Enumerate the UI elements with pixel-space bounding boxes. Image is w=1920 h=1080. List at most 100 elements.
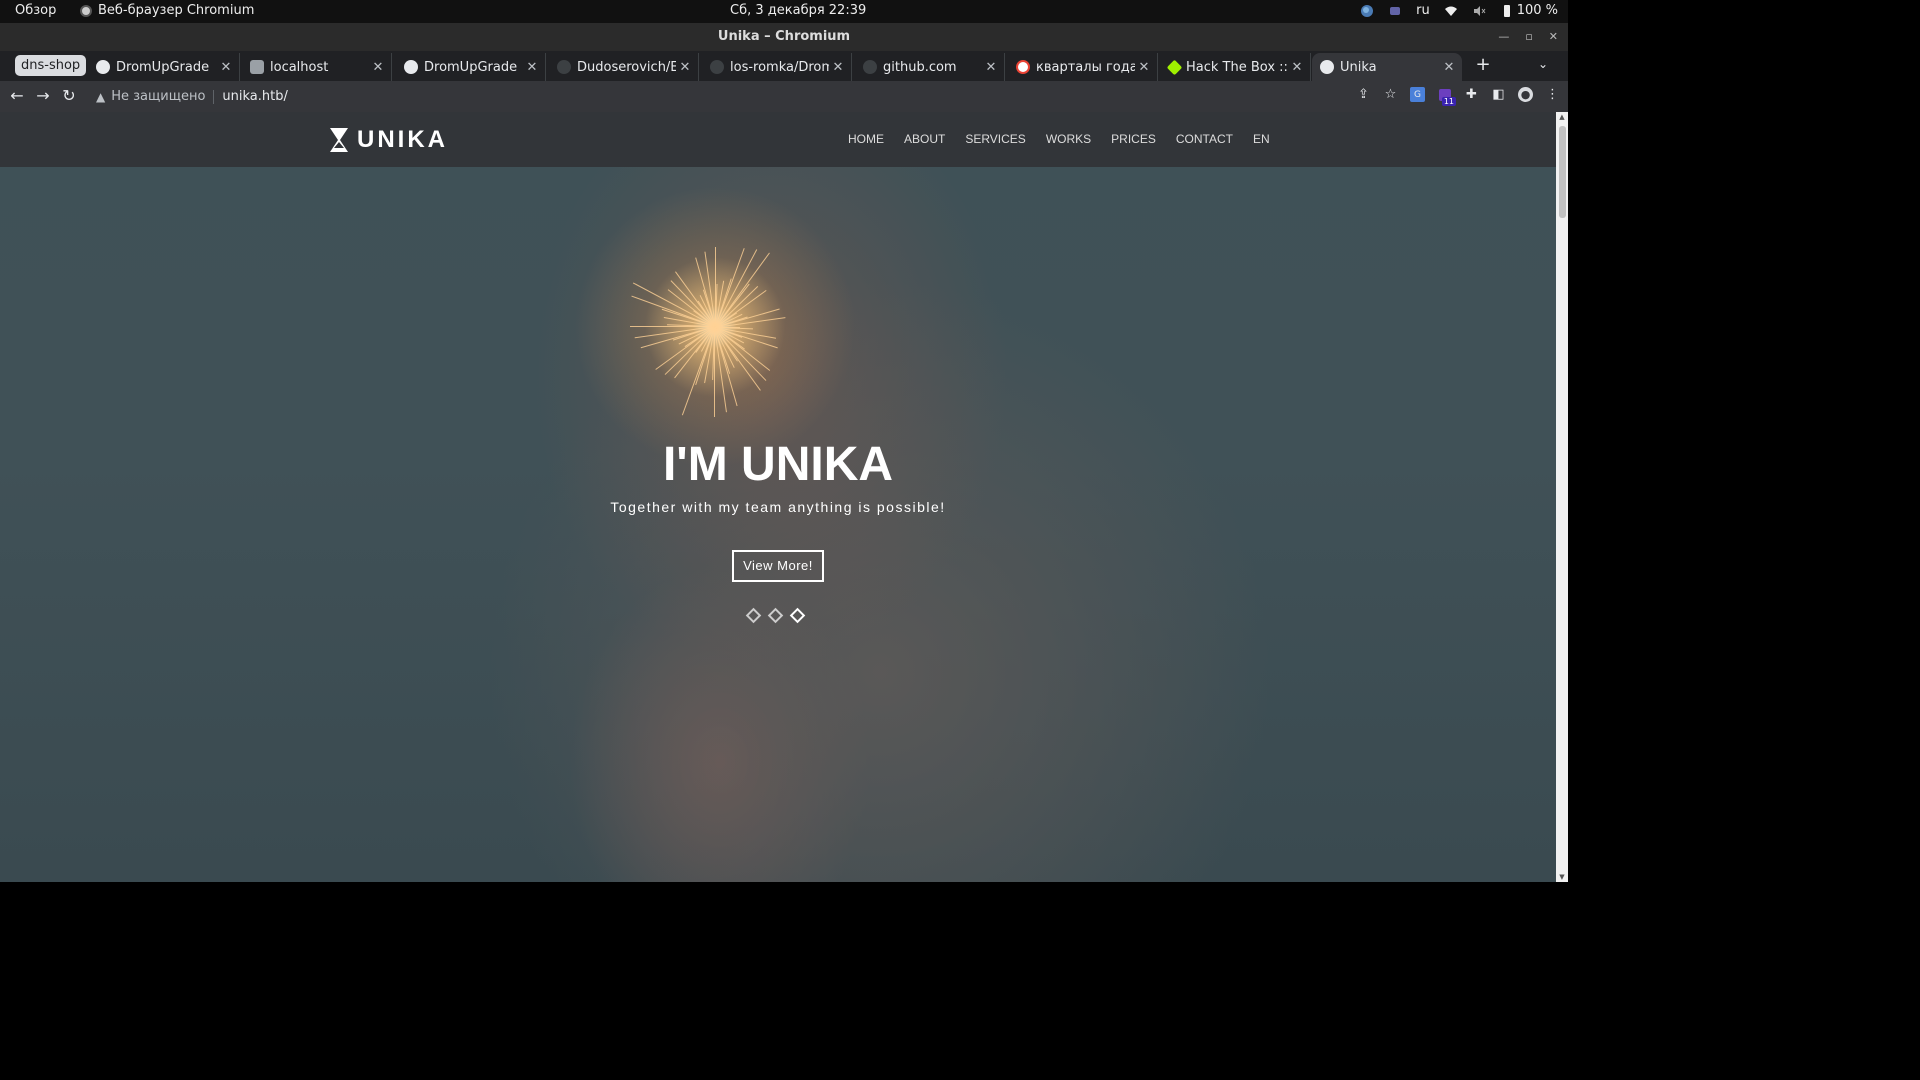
menu-works[interactable]: WORKS [1046, 132, 1091, 146]
volume-muted-icon[interactable] [1472, 4, 1486, 18]
carousel-dot-1[interactable] [745, 607, 762, 624]
url-text[interactable]: unika.htb/ [222, 89, 287, 104]
tab-github[interactable]: github.com ✕ [855, 53, 1005, 81]
tab-label: github.com [883, 59, 957, 75]
tab-label: los-romka/DromU [730, 59, 829, 75]
battery-indicator[interactable]: 100 % [1500, 3, 1558, 18]
clock[interactable]: Сб, 3 декабря 22:39 [730, 3, 866, 18]
system-tray[interactable]: ru 100 % [1360, 3, 1558, 18]
hero-subtitle: Together with my team anything is possib… [610, 499, 946, 515]
system-top-bar: Обзор Веб-браузер Chromium Сб, 3 декабря… [0, 0, 1568, 23]
close-window-icon[interactable]: ✕ [1549, 23, 1558, 51]
tab-dudoserovich[interactable]: Dudoserovich/Ed ✕ [549, 53, 699, 81]
tab-label: DromUpGrade [424, 59, 518, 75]
spark-ray [630, 326, 715, 327]
chevron-down-icon[interactable]: ⌄ [1538, 57, 1548, 71]
menu-home[interactable]: HOME [848, 132, 884, 146]
menu-prices[interactable]: PRICES [1111, 132, 1156, 146]
address-bar[interactable]: ▲ Не защищено unika.htb/ [88, 84, 1338, 109]
activities-button[interactable]: Обзор [15, 3, 56, 18]
close-icon[interactable]: ✕ [1135, 60, 1153, 75]
globe-icon [96, 60, 110, 74]
scroll-up-arrow-icon[interactable]: ▲ [1556, 113, 1568, 121]
tab-label: DromUpGrade [116, 59, 210, 75]
close-icon[interactable]: ✕ [982, 60, 1000, 75]
tab-strip: dns-shop DromUpGrade ✕ localhost ✕ DromU… [0, 51, 1568, 81]
tab-unika[interactable]: Unika ✕ [1312, 53, 1462, 81]
network-globe-icon[interactable] [1360, 4, 1374, 18]
github-icon [863, 60, 877, 74]
tab-dromupgrade-1[interactable]: DromUpGrade ✕ [88, 53, 240, 81]
carousel-indicators [745, 607, 806, 624]
back-icon[interactable]: ← [8, 87, 26, 105]
close-icon[interactable]: ✕ [1440, 60, 1458, 75]
github-icon [710, 60, 724, 74]
close-icon[interactable]: ✕ [829, 60, 847, 75]
tab-label: localhost [270, 59, 329, 75]
spark-ray [715, 247, 716, 327]
carousel-dot-3[interactable] [789, 607, 806, 624]
menu-about[interactable]: ABOUT [904, 132, 945, 146]
reload-icon[interactable]: ↻ [60, 87, 78, 105]
minimize-icon[interactable]: — [1498, 23, 1509, 51]
keyboard-layout[interactable]: ru [1416, 3, 1430, 18]
spark-ray [715, 252, 770, 328]
localhost-icon [250, 60, 264, 74]
profile-avatar-icon[interactable]: ● [1518, 87, 1533, 102]
close-icon[interactable]: ✕ [523, 60, 541, 75]
wifi-icon[interactable] [1444, 4, 1458, 18]
browser-toolbar: ← → ↻ ▲ Не защищено unika.htb/ ⇪ ☆ G 11 … [0, 81, 1568, 112]
tab-hackthebox[interactable]: Hack The Box :: St ✕ [1161, 53, 1311, 81]
security-label[interactable]: Не защищено [111, 89, 205, 104]
translate-icon[interactable]: G [1410, 87, 1425, 102]
globe-icon [404, 60, 418, 74]
site-menu: HOME ABOUT SERVICES WORKS PRICES CONTACT… [848, 132, 1270, 146]
kebab-menu-icon[interactable]: ⋮ [1545, 87, 1560, 102]
close-icon[interactable]: ✕ [676, 60, 694, 75]
side-panel-icon[interactable]: ◧ [1491, 87, 1506, 102]
menu-contact[interactable]: CONTACT [1176, 132, 1233, 146]
tab-google-search[interactable]: кварталы года - П ✕ [1008, 53, 1158, 81]
extension-badge-icon[interactable]: 11 [1437, 87, 1456, 106]
logo-text: UNIKA [357, 126, 448, 153]
google-icon [1016, 60, 1030, 74]
window-title: Unika – Chromium [717, 29, 851, 44]
window-title-bar: Unika – Chromium — ▫ ✕ [0, 23, 1568, 51]
carousel-dot-2[interactable] [767, 607, 784, 624]
close-icon[interactable]: ✕ [217, 60, 235, 75]
tab-dromupgrade-2[interactable]: DromUpGrade ✕ [396, 53, 546, 81]
tab-localhost[interactable]: localhost ✕ [242, 53, 392, 81]
new-tab-icon[interactable]: + [1474, 56, 1492, 74]
tab-label: Hack The Box :: St [1186, 59, 1288, 75]
bookmark-star-icon[interactable]: ☆ [1383, 87, 1398, 102]
app-menu-label: Веб-браузер Chromium [98, 3, 255, 18]
maximize-icon[interactable]: ▫ [1525, 23, 1532, 51]
page-scrollbar[interactable]: ▲ ▼ [1556, 112, 1568, 882]
teams-icon[interactable] [1388, 4, 1402, 18]
hero-title: I'M UNIKA [662, 438, 894, 491]
chromium-icon [80, 4, 92, 17]
view-more-button[interactable]: View More! [732, 550, 824, 582]
app-menu[interactable]: Веб-браузер Chromium [80, 3, 254, 18]
tab-label: Unika [1340, 59, 1377, 75]
site-navbar: UNIKA HOME ABOUT SERVICES WORKS PRICES C… [0, 112, 1556, 167]
scroll-down-arrow-icon[interactable]: ▼ [1556, 873, 1568, 881]
divider [213, 89, 215, 104]
tab-group-chip[interactable]: dns-shop [15, 55, 87, 76]
share-icon[interactable]: ⇪ [1356, 87, 1371, 102]
forward-icon[interactable]: → [34, 87, 52, 105]
hackthebox-icon [1166, 59, 1183, 75]
menu-services[interactable]: SERVICES [965, 132, 1025, 146]
tab-los-romka[interactable]: los-romka/DromU ✕ [702, 53, 852, 81]
scrollbar-thumb[interactable] [1559, 126, 1566, 218]
battery-icon [1503, 4, 1510, 17]
extension-badge-count: 11 [1441, 97, 1456, 106]
close-icon[interactable]: ✕ [369, 60, 387, 75]
close-icon[interactable]: ✕ [1288, 60, 1306, 75]
warning-icon[interactable]: ▲ [96, 90, 105, 104]
extensions-puzzle-icon[interactable]: ✚ [1464, 87, 1479, 102]
spark-ray [714, 327, 715, 417]
battery-percent: 100 % [1516, 3, 1558, 18]
menu-language[interactable]: EN [1253, 132, 1270, 146]
site-logo[interactable]: UNIKA [329, 126, 448, 154]
